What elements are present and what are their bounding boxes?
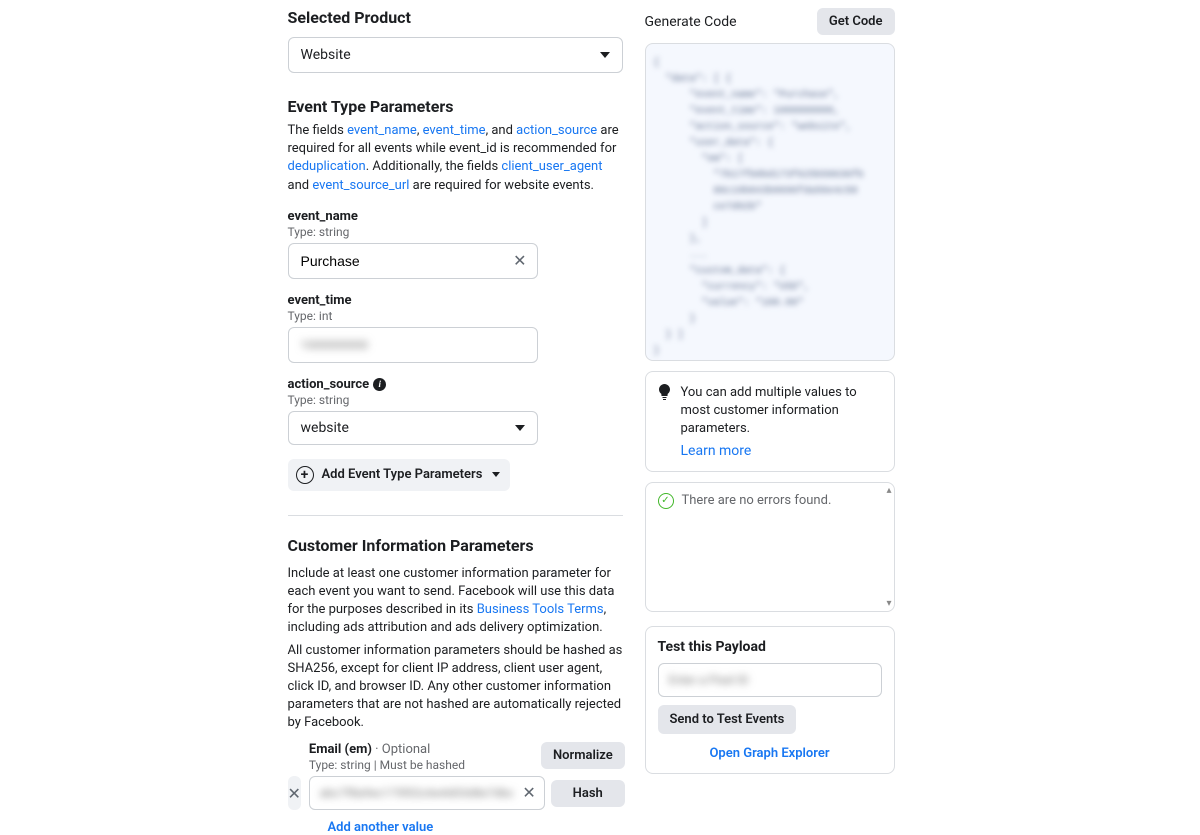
- event-time-type: Type: int: [288, 309, 623, 323]
- blurred-placeholder: Enter a Pixel ID: [669, 673, 749, 687]
- chevron-down-icon: [515, 425, 525, 431]
- divider: [288, 515, 623, 516]
- action-source-dropdown[interactable]: website: [288, 411, 538, 445]
- info-icon[interactable]: i: [373, 378, 386, 391]
- selected-product-dropdown[interactable]: Website: [288, 37, 623, 73]
- action-source-value: website: [301, 420, 349, 436]
- customer-info-desc2: All customer information parameters shou…: [288, 642, 623, 733]
- customer-info-desc1: Include at least one customer informatio…: [288, 565, 623, 638]
- blurred-value: 1000000000: [301, 338, 368, 352]
- open-graph-explorer-link[interactable]: Open Graph Explorer: [658, 746, 882, 761]
- pixel-id-input[interactable]: Enter a Pixel ID: [658, 663, 882, 697]
- event-time-label: event_time: [288, 293, 623, 308]
- scroll-down-icon[interactable]: ▾: [886, 598, 891, 609]
- remove-param-button[interactable]: ✕: [288, 776, 301, 810]
- errors-text: There are no errors found.: [682, 493, 832, 508]
- event-source-url-link[interactable]: event_source_url: [312, 178, 409, 193]
- errors-box: ▴ ✓ There are no errors found. ▾: [645, 482, 895, 612]
- plus-circle-icon: +: [296, 466, 314, 484]
- email-type: Type: string | Must be hashed: [309, 758, 465, 772]
- event-type-params-title: Event Type Parameters: [288, 97, 623, 116]
- email-input[interactable]: abc7f8a9ec175f02c6e4d03d8e7dbc ✕: [309, 776, 545, 810]
- event-name-type: Type: string: [288, 225, 623, 239]
- lightbulb-icon: [658, 384, 671, 405]
- customer-info-title: Customer Information Parameters: [288, 536, 623, 555]
- add-another-value-link[interactable]: Add another value: [328, 820, 434, 835]
- action-source-link[interactable]: action_source: [516, 123, 597, 138]
- email-label: Email (em) · Optional: [309, 742, 465, 757]
- blurred-value: abc7f8a9ec175f02c6e4d03d8e7dbc: [320, 786, 514, 800]
- code-preview: { "data": [ { "event_name": "Purchase", …: [645, 43, 895, 361]
- action-source-type: Type: string: [288, 393, 623, 407]
- add-event-type-params-button[interactable]: + Add Event Type Parameters: [288, 459, 511, 491]
- hash-button[interactable]: Hash: [551, 780, 625, 807]
- blurred-code: { "data": [ { "event_name": "Purchase", …: [654, 56, 886, 360]
- chevron-down-icon: [492, 472, 500, 477]
- send-to-test-events-button[interactable]: Send to Test Events: [658, 705, 797, 734]
- event-name-input[interactable]: [301, 253, 501, 269]
- clear-icon[interactable]: ✕: [522, 785, 535, 801]
- normalize-button[interactable]: Normalize: [541, 742, 625, 769]
- selected-product-title: Selected Product: [288, 8, 623, 27]
- tip-box: You can add multiple values to most cust…: [645, 371, 895, 472]
- event-type-params-desc: The fields event_name, event_time, and a…: [288, 122, 623, 195]
- business-tools-terms-link[interactable]: Business Tools Terms: [477, 602, 604, 617]
- chevron-down-icon: [600, 52, 610, 58]
- action-source-label: action_source i: [288, 377, 623, 392]
- generate-code-title: Generate Code: [645, 14, 737, 30]
- get-code-button[interactable]: Get Code: [817, 8, 895, 35]
- event-name-label: event_name: [288, 209, 623, 224]
- check-circle-icon: ✓: [658, 493, 674, 509]
- test-payload-box: Test this Payload Enter a Pixel ID Send …: [645, 626, 895, 774]
- deduplication-link[interactable]: deduplication: [288, 159, 366, 174]
- event-time-input[interactable]: 1000000000: [288, 327, 538, 363]
- client-user-agent-link[interactable]: client_user_agent: [501, 159, 602, 174]
- scroll-up-icon[interactable]: ▴: [886, 485, 891, 496]
- clear-icon[interactable]: ✕: [513, 253, 526, 269]
- event-time-link[interactable]: event_time: [423, 123, 486, 138]
- event-name-link[interactable]: event_name: [347, 123, 417, 138]
- tip-text: You can add multiple values to most cust…: [681, 385, 857, 436]
- selected-product-value: Website: [301, 47, 351, 63]
- test-payload-title: Test this Payload: [658, 639, 882, 655]
- learn-more-link[interactable]: Learn more: [681, 443, 882, 459]
